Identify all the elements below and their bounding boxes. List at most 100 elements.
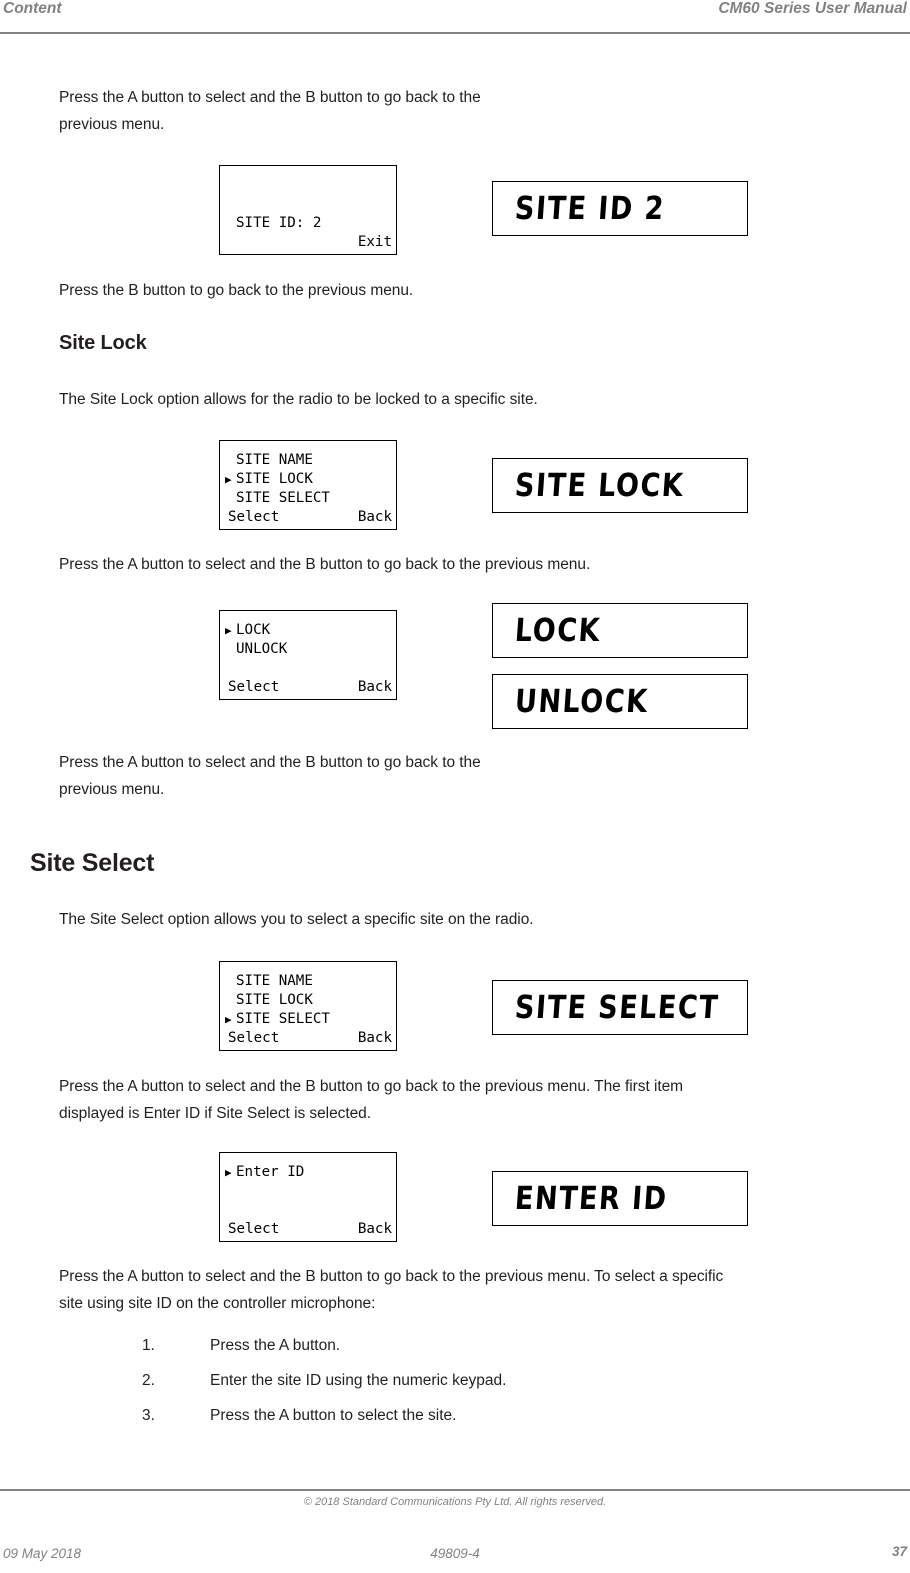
menu-screen-rows: SITE NAME ▶ SITE LOCK SITE SELECT Select… [220, 451, 398, 527]
softkey-right-label: Back [357, 509, 392, 525]
softkey-left-label: Select [228, 1030, 280, 1046]
menu-row: ▶ Enter ID [220, 1163, 398, 1182]
header-manual-title: CM60 Series User Manual [718, 0, 907, 17]
menu-row: SITE SELECT [220, 489, 398, 508]
lcd-text: SITE SELECT [513, 989, 721, 1026]
menu-row-label: UNLOCK [236, 641, 288, 657]
menu-screen-site-lock: SITE NAME ▶ SITE LOCK SITE SELECT Select… [219, 440, 397, 530]
copyright-notice: © 2018 Standard Communications Pty Ltd. … [303, 1496, 607, 1508]
cursor-icon: ▶ [225, 1166, 232, 1179]
paragraph-press-b: Press the B button to go back to the pre… [59, 282, 414, 299]
list-item-number: 3. [142, 1407, 155, 1424]
lcd-screen-enter-id: ENTER ID [492, 1171, 748, 1226]
menu-row [220, 176, 398, 195]
menu-screen-enter-id: ▶ Enter ID Select Back [219, 1152, 397, 1242]
cursor-icon: ▶ [225, 624, 232, 637]
menu-row: SITE LOCK [220, 991, 398, 1010]
menu-row-label: Enter ID [236, 1164, 305, 1180]
menu-row: Exit [220, 233, 398, 252]
lcd-text: SITE LOCK [513, 467, 686, 504]
menu-row-label: SITE NAME [236, 452, 313, 468]
lcd-screen-unlock: UNLOCK [492, 674, 748, 729]
cursor-icon: ▶ [225, 473, 232, 486]
footer-document-number: 49809-4 [430, 1546, 480, 1561]
paragraph-press-a-b-1: Press the A button to select and the B b… [59, 84, 659, 138]
menu-row [220, 1182, 398, 1201]
menu-row-label: SITE LOCK [236, 992, 313, 1008]
menu-row: ▶ LOCK [220, 621, 398, 640]
lcd-text: ENTER ID [513, 1180, 669, 1217]
menu-row: SITE NAME [220, 451, 398, 470]
lcd-text: UNLOCK [513, 683, 650, 720]
paragraph-line: Press the A button to select and the B b… [59, 754, 481, 771]
menu-row-label: SITE LOCK [236, 471, 313, 487]
menu-row: UNLOCK [220, 640, 398, 659]
page-header: Content CM60 Series User Manual [0, 0, 910, 34]
paragraph-line: Press the A button to select and the B b… [59, 1078, 684, 1095]
paragraph-line: Press the A button to select and the B b… [59, 89, 481, 106]
lcd-screen-lock: LOCK [492, 603, 748, 658]
paragraph-line: Press the A button to select and the B b… [59, 1268, 724, 1285]
menu-row-right-label: Exit [357, 234, 392, 250]
menu-row [220, 1201, 398, 1220]
menu-row-softkeys: Select Back [220, 678, 398, 697]
menu-screen-rows: ▶ Enter ID Select Back [220, 1163, 398, 1239]
lcd-screen-site-id-2: SITE ID 2 [492, 181, 748, 236]
menu-row-softkeys: Select Back [220, 508, 398, 527]
page-number: 37 [891, 1544, 907, 1559]
menu-screen-rows: ▶ LOCK UNLOCK Select Back [220, 621, 398, 697]
paragraph-select-specific-site: Press the A button to select and the B b… [59, 1263, 889, 1317]
softkey-right-label: Back [357, 1221, 392, 1237]
list-item-text: Press the A button. [210, 1337, 341, 1354]
menu-row: ▶ SITE SELECT [220, 1010, 398, 1029]
lcd-text: SITE ID 2 [513, 190, 667, 227]
numbered-step-list: 1. Press the A button. 2. Enter the site… [142, 1328, 855, 1433]
menu-row: SITE ID: 2 [220, 214, 398, 233]
softkey-left-label: Select [228, 1221, 280, 1237]
paragraph-line: previous menu. [59, 116, 165, 133]
header-section-title: Content [3, 0, 62, 17]
list-item: 2. Enter the site ID using the numeric k… [142, 1363, 855, 1398]
list-item-text: Press the A button to select the site. [210, 1407, 457, 1424]
menu-row-label: SITE NAME [236, 973, 313, 989]
menu-screen-site-select: SITE NAME SITE LOCK ▶ SITE SELECT Select… [219, 961, 397, 1051]
header-divider [0, 32, 910, 34]
menu-row: SITE NAME [220, 972, 398, 991]
manual-page: Content CM60 Series User Manual Press th… [0, 0, 910, 1573]
paragraph-site-lock-description: The Site Lock option allows for the radi… [59, 391, 538, 408]
list-item-text: Enter the site ID using the numeric keyp… [210, 1372, 507, 1389]
softkey-right-label: Back [357, 1030, 392, 1046]
menu-row-label: SITE ID: 2 [236, 215, 322, 231]
menu-row-softkeys: Select Back [220, 1029, 398, 1048]
menu-screen-site-id: SITE ID: 2 Exit [219, 165, 397, 255]
lcd-text: LOCK [513, 612, 603, 649]
menu-row-softkeys: Select Back [220, 1220, 398, 1239]
softkey-left-label: Select [228, 679, 280, 695]
list-item-number: 1. [142, 1337, 155, 1354]
menu-row-label: SITE SELECT [236, 490, 330, 506]
softkey-left-label: Select [228, 509, 280, 525]
paragraph-line: previous menu. [59, 781, 165, 798]
menu-row-label: LOCK [236, 622, 271, 638]
list-item: 1. Press the A button. [142, 1328, 855, 1363]
lcd-screen-site-select: SITE SELECT [492, 980, 748, 1035]
heading-site-lock: Site Lock [59, 332, 147, 354]
menu-row [220, 195, 398, 214]
cursor-icon: ▶ [225, 1013, 232, 1026]
menu-screen-lock-unlock: ▶ LOCK UNLOCK Select Back [219, 610, 397, 700]
list-item-number: 2. [142, 1372, 155, 1389]
menu-row [220, 659, 398, 678]
paragraph-press-a-b-3: Press the A button to select and the B b… [59, 749, 659, 803]
paragraph-press-a-b-2: Press the A button to select and the B b… [59, 556, 591, 573]
menu-screen-rows: SITE NAME SITE LOCK ▶ SITE SELECT Select… [220, 972, 398, 1048]
list-item: 3. Press the A button to select the site… [142, 1398, 855, 1433]
menu-screen-rows: SITE ID: 2 Exit [220, 176, 398, 252]
lcd-screen-site-lock: SITE LOCK [492, 458, 748, 513]
footer-divider [0, 1489, 910, 1491]
paragraph-site-select-description: The Site Select option allows you to sel… [59, 911, 534, 928]
paragraph-line: displayed is Enter ID if Site Select is … [59, 1105, 372, 1122]
paragraph-line: site using site ID on the controller mic… [59, 1295, 376, 1312]
softkey-right-label: Back [357, 679, 392, 695]
paragraph-first-item-enter-id: Press the A button to select and the B b… [59, 1073, 879, 1127]
menu-row: ▶ SITE LOCK [220, 470, 398, 489]
